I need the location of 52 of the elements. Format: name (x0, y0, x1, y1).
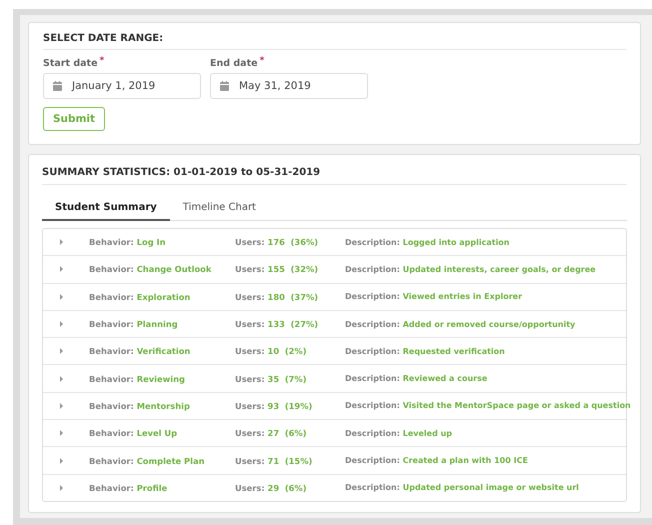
date-field[interactable]: January 1, 2019 (43, 73, 201, 99)
caret-right-icon[interactable] (59, 321, 64, 328)
table-cell-text: Users: 71 (15%) (235, 456, 314, 466)
tab[interactable]: Student Summary (42, 195, 170, 221)
caret-right-icon[interactable] (59, 348, 64, 354)
caret-right-icon[interactable] (59, 430, 64, 436)
section-title: SELECT DATE RANGE: (43, 33, 164, 44)
table-cell-text: Behavior: Log In (89, 237, 167, 248)
table-cell-text: Behavior: Level Up (89, 428, 178, 438)
table-cell-text: Users: 10 (2%) (235, 346, 308, 356)
table-cell: Description: Leveled up (345, 428, 452, 438)
section-title: SUMMARY STATISTICS: 01-01-2019 to 05-31-2019 (42, 167, 320, 178)
table-cell-text: Behavior: Change Outlook (89, 264, 212, 274)
caret-right-icon[interactable] (59, 402, 64, 409)
table-cell: Description: Created a plan with 100 ICE (345, 456, 528, 466)
caret-right-icon[interactable] (59, 484, 64, 491)
table-cell: Description: Logged into application (345, 238, 510, 247)
caret-right-icon[interactable] (59, 458, 64, 464)
table-cell-text: Behavior: Mentorship (89, 400, 191, 411)
required-mark: * (260, 56, 264, 66)
table-cell: Description: Added or removed course/opportunity (345, 320, 576, 329)
calendar-icon (220, 81, 229, 91)
caret-right-icon[interactable] (59, 376, 64, 382)
table-cell-text: Behavior: Planning (89, 319, 179, 330)
tab[interactable]: Timeline Chart (170, 195, 269, 221)
table-cell: Description: Updated personal image or website url (345, 483, 579, 492)
caret-right-icon[interactable] (59, 239, 64, 246)
field-label: Start date (43, 58, 98, 69)
field-label: End date (210, 58, 258, 69)
table-cell: Description: Reviewed a course (345, 374, 488, 384)
table-cell: Description: Requested verification (345, 346, 505, 356)
table-cell: Description: Updated interests, career goals, or degree (345, 264, 596, 274)
table-cell-text: Behavior: Verification (89, 346, 192, 356)
table-cell-text: Users: 133 (27%) (235, 319, 320, 330)
table-cell-text: Users: 180 (37%) (235, 292, 320, 302)
table-cell-text: Users: 155 (32%) (235, 264, 320, 274)
table-cell-text: Users: 29 (6%) (235, 482, 308, 493)
table-cell-text: Behavior: Complete Plan (89, 456, 206, 466)
table-cell: Description: Viewed entries in Explorer (345, 292, 522, 302)
table-cell-text: Behavior: Reviewing (89, 374, 186, 384)
required-mark: * (100, 56, 104, 66)
caret-right-icon[interactable] (59, 266, 64, 272)
table-cell-text: Users: 93 (19%) (235, 400, 314, 411)
caret-right-icon[interactable] (59, 294, 64, 300)
calendar-icon (53, 81, 62, 91)
table-cell-text: Behavior: Exploration (89, 292, 192, 302)
table-cell-text: Behavior: Profile (89, 482, 168, 493)
table-cell-text: Users: 27 (6%) (235, 428, 308, 438)
date-field[interactable]: May 31, 2019 (210, 73, 368, 99)
table-cell-text: Users: 35 (7%) (235, 374, 308, 384)
table-cell-text: Users: 176 (36%) (235, 237, 320, 248)
table-cell: Description: Visited the MentorSpace page or asked a question (345, 401, 631, 410)
